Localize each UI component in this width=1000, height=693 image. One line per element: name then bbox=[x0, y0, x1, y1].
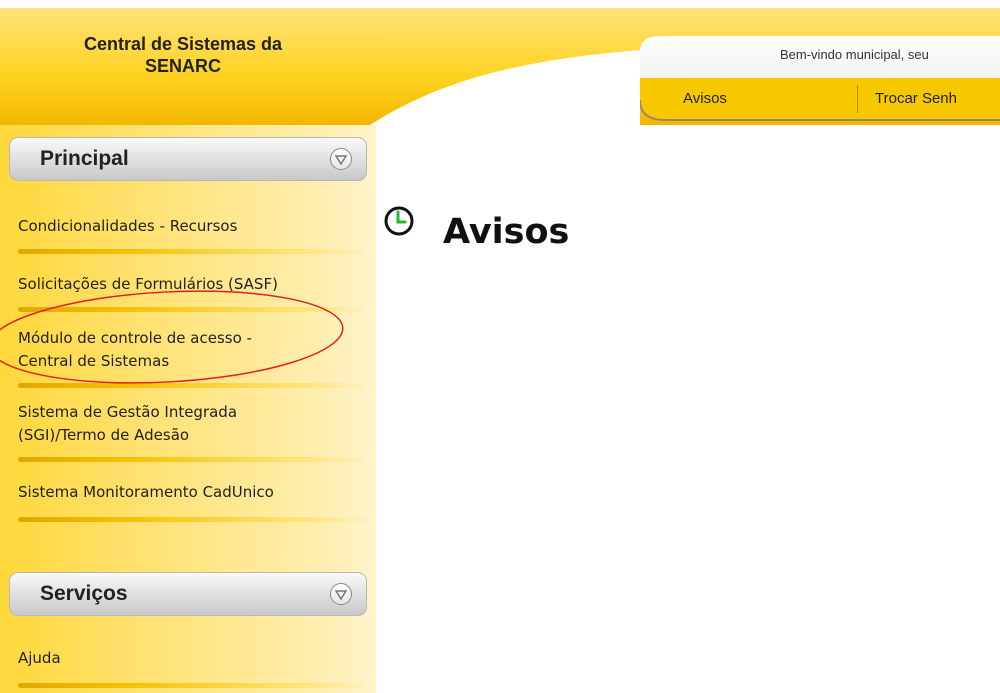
sidebar-item-label: Condicionalidades - Recursos bbox=[18, 217, 238, 235]
chevron-down-icon[interactable] bbox=[330, 148, 352, 170]
menu-divider bbox=[18, 457, 366, 462]
sidebar-item-label: Ajuda bbox=[18, 649, 61, 667]
panel-title-principal: Principal bbox=[40, 147, 129, 170]
clock-icon bbox=[384, 206, 414, 236]
menu-divider bbox=[18, 683, 366, 688]
chevron-down-icon[interactable] bbox=[330, 583, 352, 605]
app-title-line2: SENARC bbox=[144, 56, 221, 76]
app-title: Central de Sistemas da SENARC bbox=[38, 33, 328, 77]
sidebar-item-label: Sistema Monitoramento CadUnico bbox=[18, 483, 274, 501]
nav-link-avisos[interactable]: Avisos bbox=[683, 90, 727, 107]
panel-title-servicos: Serviços bbox=[40, 582, 128, 605]
sidebar: Principal Condicionalidades - Recursos S… bbox=[0, 125, 376, 693]
sidebar-item-label-line2: (SGI)/Termo de Adesão bbox=[18, 426, 190, 444]
sidebar-item-ajuda[interactable]: Ajuda bbox=[18, 647, 368, 670]
highlight-ellipse bbox=[0, 290, 344, 384]
menu-divider bbox=[18, 249, 366, 254]
top-header: Central de Sistemas da SENARC Bem-vindo … bbox=[0, 0, 1000, 125]
welcome-text: Bem-vindo municipal, seu bbox=[780, 47, 929, 62]
sidebar-item-label-line1: Sistema de Gestão Integrada bbox=[18, 403, 238, 421]
sidebar-item-condicionalidades[interactable]: Condicionalidades - Recursos bbox=[18, 215, 368, 238]
nav-divider bbox=[857, 85, 858, 113]
panel-header-principal[interactable]: Principal bbox=[9, 137, 367, 181]
nav-link-trocar-senha[interactable]: Trocar Senh bbox=[875, 90, 957, 107]
app-title-line1: Central de Sistemas da bbox=[83, 34, 283, 54]
panel-header-servicos[interactable]: Serviços bbox=[9, 572, 367, 616]
menu-divider bbox=[18, 517, 366, 522]
page-title: Avisos bbox=[443, 212, 570, 252]
sidebar-item-sgi[interactable]: Sistema de Gestão Integrada (SGI)/Termo … bbox=[18, 401, 368, 447]
sidebar-item-cadunico[interactable]: Sistema Monitoramento CadUnico bbox=[18, 481, 368, 504]
